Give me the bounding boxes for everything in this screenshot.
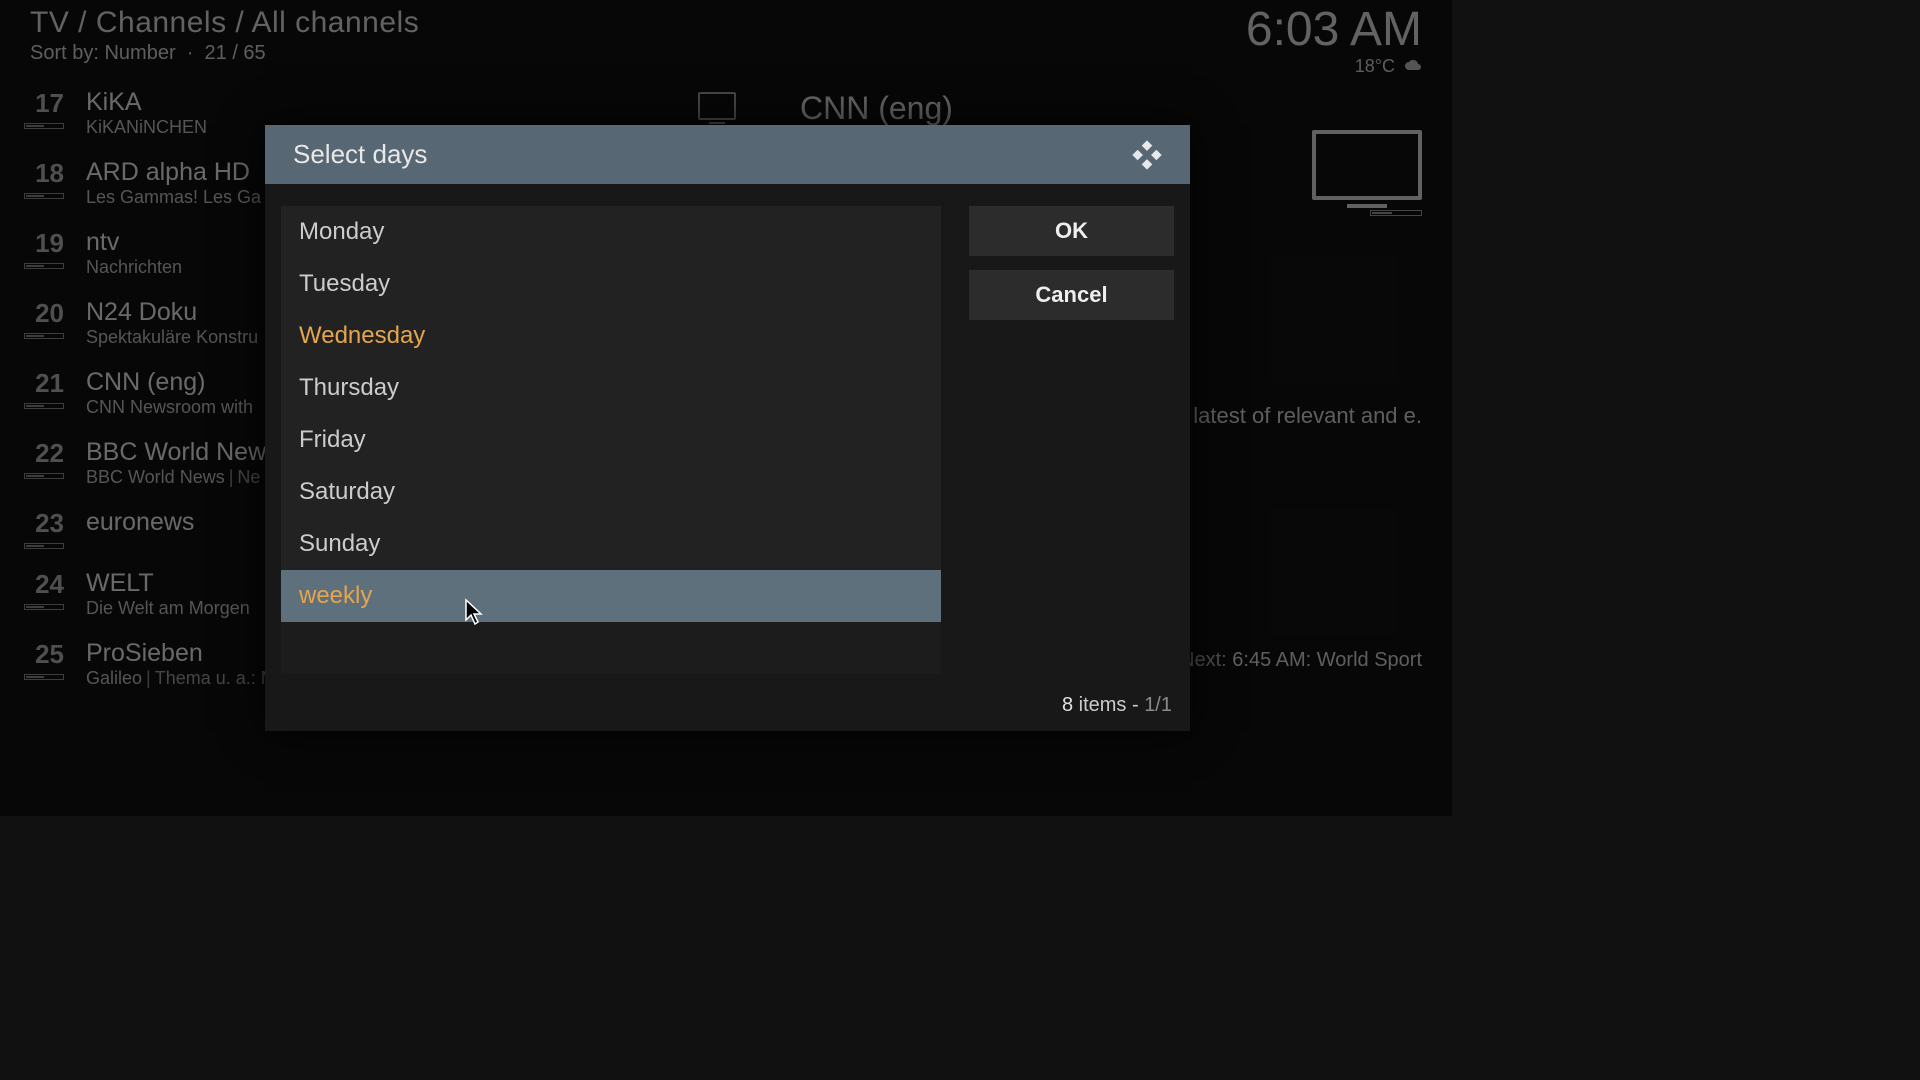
dialog-title: Select days <box>293 139 427 170</box>
detail-next-programme: Next: 6:45 AM: World Sport <box>1180 649 1422 672</box>
clock: 6:03 AM 18°C <box>1246 6 1422 78</box>
breadcrumb: TV / Channels / All channels <box>30 6 1422 40</box>
day-option-friday[interactable]: Friday <box>281 414 941 466</box>
cloud-icon <box>1404 57 1422 78</box>
day-option-weekly[interactable]: weekly <box>281 570 941 622</box>
progress-bar-icon <box>24 193 64 199</box>
day-option-thursday[interactable]: Thursday <box>281 362 941 414</box>
tv-icon <box>698 92 736 120</box>
cancel-button[interactable]: Cancel <box>969 270 1174 320</box>
dialog-footer: 8 items - 1/1 <box>265 690 1190 731</box>
detail-channel-name: CNN (eng) <box>800 90 1422 127</box>
day-option-saturday[interactable]: Saturday <box>281 466 941 518</box>
ok-button[interactable]: OK <box>969 206 1174 256</box>
progress-bar-icon <box>1370 210 1422 216</box>
sort-line: Sort by: Number · 21 / 65 <box>30 42 1422 65</box>
list-filler <box>281 622 941 674</box>
day-option-sunday[interactable]: Sunday <box>281 518 941 570</box>
day-option-tuesday[interactable]: Tuesday <box>281 258 941 310</box>
progress-bar-icon <box>24 473 64 479</box>
progress-bar-icon <box>24 403 64 409</box>
weather: 18°C <box>1246 56 1422 78</box>
dialog-header: Select days <box>265 125 1190 184</box>
kodi-logo-icon <box>1132 140 1162 170</box>
day-option-wednesday[interactable]: Wednesday <box>281 310 941 362</box>
day-option-monday[interactable]: Monday <box>281 206 941 258</box>
clock-time: 6:03 AM <box>1246 6 1422 54</box>
progress-bar-icon <box>24 543 64 549</box>
progress-bar-icon <box>24 263 64 269</box>
progress-bar-icon <box>24 333 64 339</box>
tv-large-icon <box>1312 130 1422 200</box>
day-list[interactable]: Monday Tuesday Wednesday Thursday Friday… <box>281 206 941 674</box>
header: TV / Channels / All channels Sort by: Nu… <box>30 6 1422 65</box>
progress-bar-icon <box>24 674 64 680</box>
select-days-dialog: Select days Monday Tuesday Wednesday Thu… <box>265 125 1190 731</box>
progress-bar-icon <box>24 123 64 129</box>
progress-bar-icon <box>24 604 64 610</box>
